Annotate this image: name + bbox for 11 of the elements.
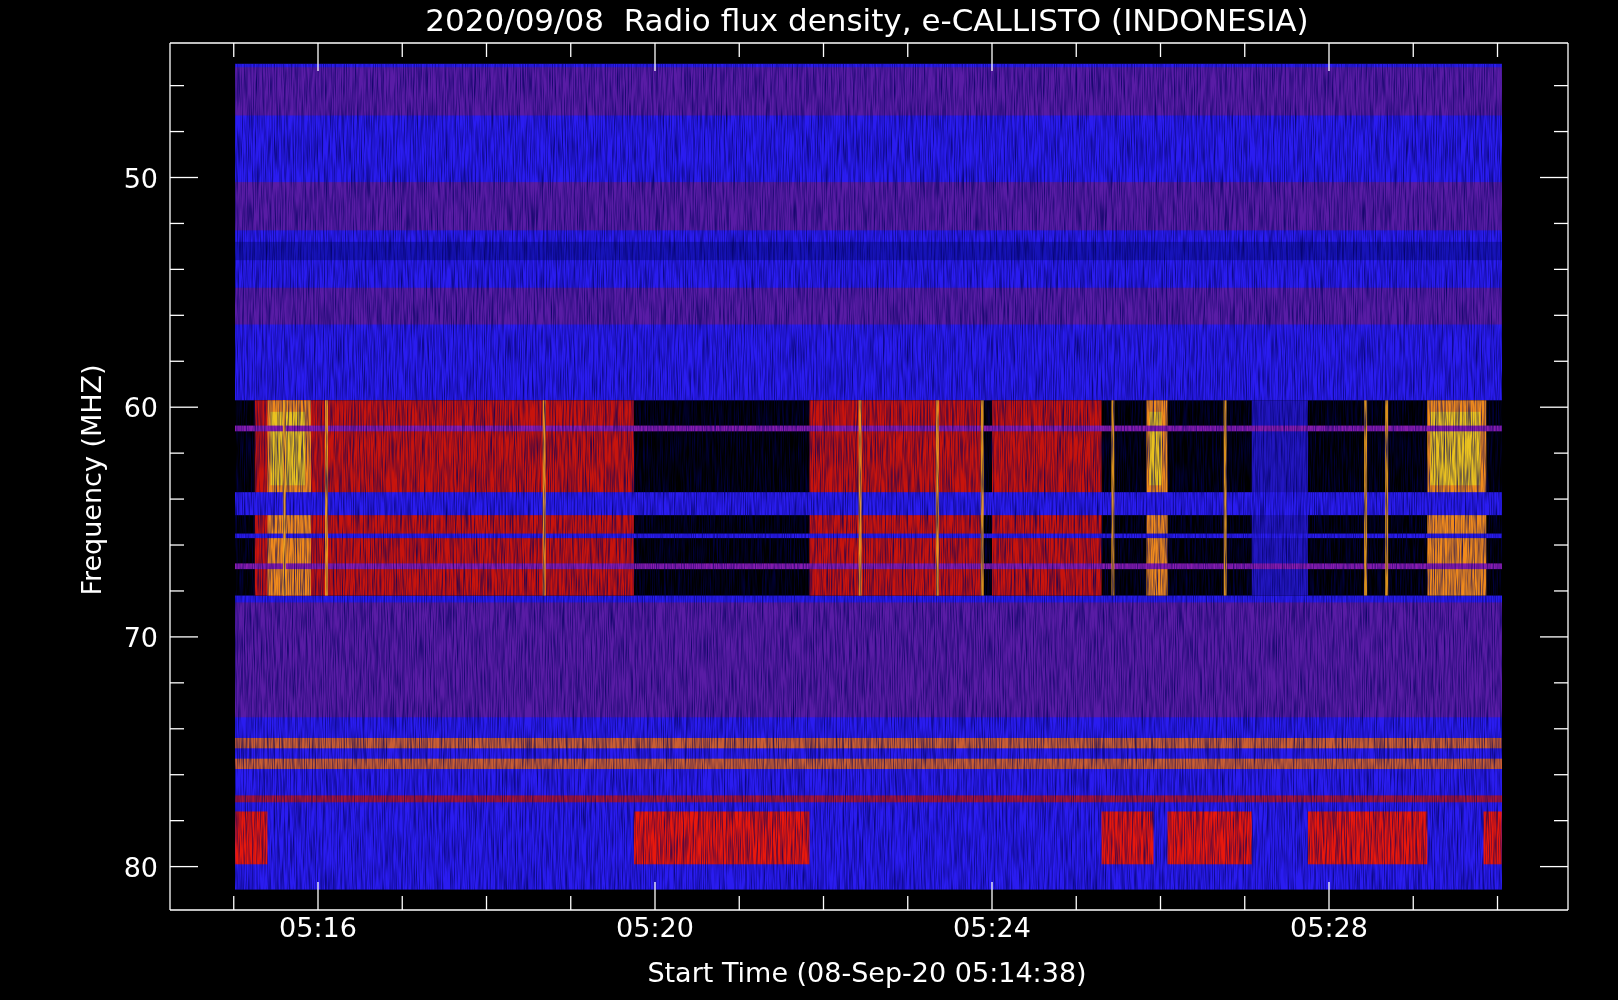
tick-label: 05:16 <box>279 912 357 943</box>
tick-label: 60 <box>123 392 158 424</box>
tick-label: 50 <box>123 162 158 194</box>
axis-label: Frequency (MHZ) <box>76 364 107 596</box>
tick-label: 05:24 <box>953 912 1031 943</box>
axis-label: Start Time (08-Sep-20 05:14:38) <box>647 957 1087 988</box>
tick-label: 05:28 <box>1290 912 1368 943</box>
tick-label: 80 <box>123 851 158 883</box>
chart-title: 2020/09/08 Radio flux density, e-CALLISTO (INDONESIA) <box>425 2 1309 38</box>
tick-label: 05:20 <box>616 912 694 943</box>
tick-label: 70 <box>123 621 158 653</box>
